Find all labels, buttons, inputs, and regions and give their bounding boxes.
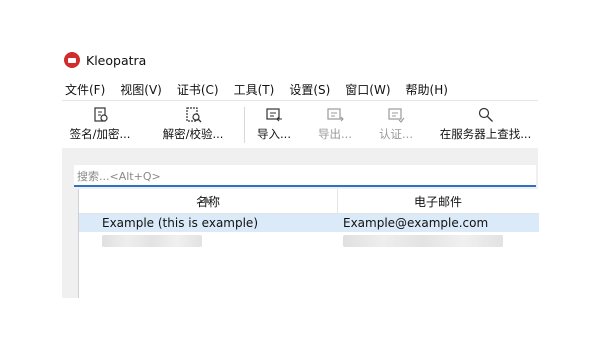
menu-file[interactable]: 文件(F) [65, 79, 105, 99]
sign-encrypt-label: 签名/加密... [69, 127, 131, 141]
certify-button[interactable]: 认证... [373, 101, 419, 149]
column-header-email[interactable]: 电子邮件 [338, 189, 538, 213]
certificate-table: ▲ 名称 电子邮件 Example (this is example) Exam… [78, 189, 539, 298]
lookup-on-server-button[interactable]: 在服务器上查找... [433, 101, 538, 149]
menu-certificates[interactable]: 证书(C) [177, 79, 219, 99]
decrypt-verify-button[interactable]: 解密/校验... [157, 101, 229, 149]
redacted-name-cell [102, 235, 202, 247]
menu-settings[interactable]: 设置(S) [289, 79, 330, 99]
search-input[interactable] [74, 166, 519, 187]
sort-ascending-icon: ▲ [203, 195, 210, 205]
lookup-search-icon [478, 107, 493, 122]
import-button[interactable]: 导入... [251, 101, 297, 149]
lookup-on-server-label: 在服务器上查找... [439, 127, 532, 141]
table-row[interactable]: Example (this is example) Example@exampl… [79, 214, 539, 232]
sign-encrypt-icon [94, 107, 108, 122]
export-label: 导出... [318, 127, 352, 141]
kleopatra-window: Kleopatra 文件(F) 视图(V) 证书(C) 工具(T) 设置(S) … [62, 40, 539, 298]
table-header: ▲ 名称 电子邮件 [79, 189, 539, 214]
export-button[interactable]: 导出... [312, 101, 358, 149]
column-email-label: 电子邮件 [413, 195, 462, 209]
title-bar: Kleopatra [62, 50, 146, 70]
table-row-redacted[interactable] [79, 232, 539, 250]
toolbar: 签名/加密... 解密/校验... 导入... 导出... 认证... 在服务器… [62, 100, 538, 149]
certify-icon [388, 108, 405, 123]
redacted-email-cell [343, 235, 503, 247]
decrypt-verify-icon [186, 107, 202, 123]
menu-view[interactable]: 视图(V) [120, 79, 162, 99]
menu-bar: 文件(F) 视图(V) 证书(C) 工具(T) 设置(S) 窗口(W) 帮助(H… [62, 79, 463, 99]
certificate-panel: ▲ 名称 电子邮件 Example (this is example) Exam… [62, 148, 539, 298]
export-icon [327, 108, 344, 122]
row-email-cell: Example@example.com [343, 216, 489, 230]
app-title: Kleopatra [86, 52, 147, 68]
import-label: 导入... [257, 127, 291, 141]
menu-help[interactable]: 帮助(H) [406, 79, 448, 99]
sign-encrypt-button[interactable]: 签名/加密... [64, 101, 136, 149]
search-box [74, 165, 536, 187]
kleopatra-logo-icon [64, 52, 80, 68]
certify-label: 认证... [379, 127, 413, 141]
import-icon [266, 108, 282, 122]
decrypt-verify-label: 解密/校验... [162, 127, 224, 141]
row-name-cell: Example (this is example) [102, 216, 258, 230]
menu-tools[interactable]: 工具(T) [234, 79, 275, 99]
toolbar-separator [244, 107, 245, 143]
column-header-name[interactable]: ▲ 名称 [79, 189, 338, 213]
menu-window[interactable]: 窗口(W) [345, 79, 390, 99]
